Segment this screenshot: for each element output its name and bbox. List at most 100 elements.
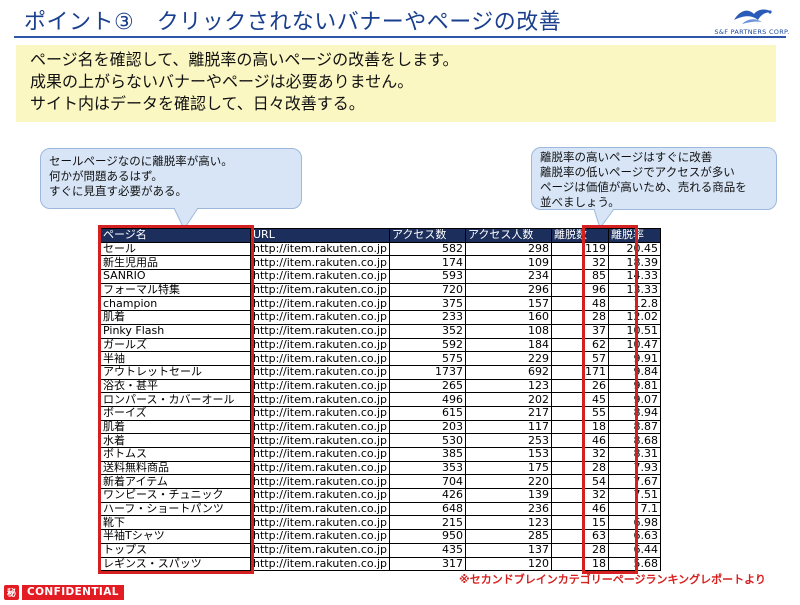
summary-line: ページ名を確認して、離脱率の高いページの改善をします。	[30, 50, 459, 69]
table-cell: 184	[464, 337, 552, 353]
table-cell: 692	[464, 364, 552, 380]
table-cell: 123	[464, 378, 552, 394]
callout-line: 離脱率の高いページはすぐに改善	[540, 150, 713, 164]
table-cell: http://item.rakuten.co.jp	[250, 556, 390, 572]
table-cell: http://item.rakuten.co.jp	[250, 282, 390, 298]
header-exit-rate: 離脱率	[607, 228, 661, 243]
table-row: SANRIO http://item.rakuten.co.jp 593 234 85 1…	[100, 269, 661, 284]
table-cell: 174	[388, 255, 466, 271]
header-access-count: アクセス数	[388, 228, 466, 243]
table-cell: 296	[464, 282, 552, 298]
table-row: Pinky Flash http://item.rakuten.co.jp 352 1…	[100, 323, 661, 339]
table-cell: 肌着	[100, 310, 251, 325]
table-row: ロンパース・カバーオール http://item.rakuten.co.jp 496…	[100, 392, 661, 407]
table-cell: 28	[550, 310, 609, 325]
table-cell: http://item.rakuten.co.jp	[250, 296, 390, 312]
table-cell: 32	[550, 255, 609, 271]
table-cell: 半袖Tシャツ	[100, 529, 251, 544]
table-cell: 15	[550, 515, 609, 531]
table-cell: 582	[388, 241, 466, 257]
table-cell: 615	[388, 405, 466, 421]
callout-left: セールページなのに離脱率が高い。 何かが問題あるはず。 すぐに見直す必要がある。	[40, 148, 302, 209]
table-cell: フォーマル特集	[100, 282, 251, 298]
table-cell: 水着	[100, 433, 251, 448]
table-cell: 8.94	[607, 405, 661, 421]
table-cell: 9.91	[607, 351, 661, 366]
summary-line: 成果の上がらないバナーやページは必要ありません。	[30, 72, 414, 91]
table-row: 半袖Tシャツ http://item.rakuten.co.jp 950 285 63 6…	[100, 529, 661, 544]
table-row: 肌着 http://item.rakuten.co.jp 203 117 18 8.87	[100, 419, 661, 435]
callout-line: ページは価値が高いため、売れる商品を	[540, 180, 747, 194]
callout-right: 離脱率の高いページはすぐに改善 離脱率の低いページでアクセスが多い ページは価値…	[531, 147, 777, 210]
slide-title: ポイント③ クリックされないバナーやページの改善	[24, 10, 562, 35]
table-cell: 7.93	[607, 460, 661, 476]
table-cell: http://item.rakuten.co.jp	[250, 310, 390, 325]
table-cell: 46	[550, 433, 609, 448]
table-cell: トップス	[100, 542, 251, 558]
table-row: セール http://item.rakuten.co.jp 582 298 119 20.…	[100, 241, 661, 257]
table-cell: Pinky Flash	[100, 323, 251, 339]
header-url: URL	[250, 228, 390, 243]
table-cell: 26	[550, 378, 609, 394]
summary-box: ページ名を確認して、離脱率の高いページの改善をします。 成果の上がらないバナーや…	[16, 45, 776, 122]
table-cell: 46	[550, 501, 609, 517]
table-cell: ボトムス	[100, 447, 251, 462]
table-cell: 160	[464, 310, 552, 325]
table-cell: 215	[388, 515, 466, 531]
table-cell: 54	[550, 474, 609, 490]
table-cell: http://item.rakuten.co.jp	[250, 529, 390, 544]
bird-logo-icon	[734, 9, 772, 24]
table-cell: 704	[388, 474, 466, 490]
table-cell: 8.31	[607, 447, 661, 462]
table-cell: http://item.rakuten.co.jp	[250, 405, 390, 421]
table-cell: 120	[464, 556, 552, 572]
table-cell: 298	[464, 241, 552, 257]
table-cell: 109	[464, 255, 552, 271]
table-cell: 18.39	[607, 255, 661, 271]
table-cell: http://item.rakuten.co.jp	[250, 241, 390, 257]
table-cell: 新生児用品	[100, 255, 251, 271]
table-cell: ハーフ・ショートパンツ	[100, 501, 251, 517]
callout-line: 離脱率の低いページでアクセスが多い	[540, 165, 735, 179]
table-cell: 62	[550, 337, 609, 353]
table-cell: http://item.rakuten.co.jp	[250, 447, 390, 462]
table-row: 半袖 http://item.rakuten.co.jp 575 229 57 9.91	[100, 351, 661, 366]
callout-line: 並べましょう。	[540, 195, 620, 209]
table-cell: ロンパース・カバーオール	[100, 392, 251, 407]
table-cell: http://item.rakuten.co.jp	[250, 364, 390, 380]
table-cell: http://item.rakuten.co.jp	[250, 501, 390, 517]
table-row: ワンピース・チュニック http://item.rakuten.co.jp 426 1…	[100, 488, 661, 503]
table-cell: 119	[550, 241, 609, 257]
table-cell: 575	[388, 351, 466, 366]
table-cell: 108	[464, 323, 552, 339]
table-cell: 57	[550, 351, 609, 366]
table-cell: 157	[464, 296, 552, 312]
table-cell: 肌着	[100, 419, 251, 435]
table-cell: http://item.rakuten.co.jp	[250, 378, 390, 394]
table-cell: 253	[464, 433, 552, 448]
table-cell: 18	[550, 419, 609, 435]
confidential-footer: 秘 CONFIDENTIAL	[4, 585, 124, 600]
table-cell: 171	[550, 364, 609, 380]
table-row: フォーマル特集 http://item.rakuten.co.jp 720 296 96…	[100, 282, 661, 298]
page-ranking-table: ページ名 URL アクセス数 アクセス人数 離脱数 離脱率 セール http://…	[100, 228, 661, 572]
table-cell: 9.81	[607, 378, 661, 394]
table-cell: 117	[464, 419, 552, 435]
table-cell: 13.33	[607, 282, 661, 298]
source-note: ※セカンドブレインカテゴリーページランキングレポートより	[459, 573, 766, 586]
table-cell: 217	[464, 405, 552, 421]
table-cell: 234	[464, 269, 552, 284]
table-cell: http://item.rakuten.co.jp	[250, 542, 390, 558]
table-row: 靴下 http://item.rakuten.co.jp 215 123 15 6.98	[100, 515, 661, 531]
table-cell: 28	[550, 460, 609, 476]
table-cell: セール	[100, 241, 251, 257]
table-cell: 229	[464, 351, 552, 366]
table-row: ハーフ・ショートパンツ http://item.rakuten.co.jp 648 2…	[100, 501, 661, 517]
table-cell: 593	[388, 269, 466, 284]
table-row: champion http://item.rakuten.co.jp 375 157 4…	[100, 296, 661, 312]
callout-line: セールページなのに離脱率が高い。	[49, 154, 233, 168]
table-cell: 6.63	[607, 529, 661, 544]
table-cell: 5.68	[607, 556, 661, 572]
table-cell: 385	[388, 447, 466, 462]
table-cell: 137	[464, 542, 552, 558]
